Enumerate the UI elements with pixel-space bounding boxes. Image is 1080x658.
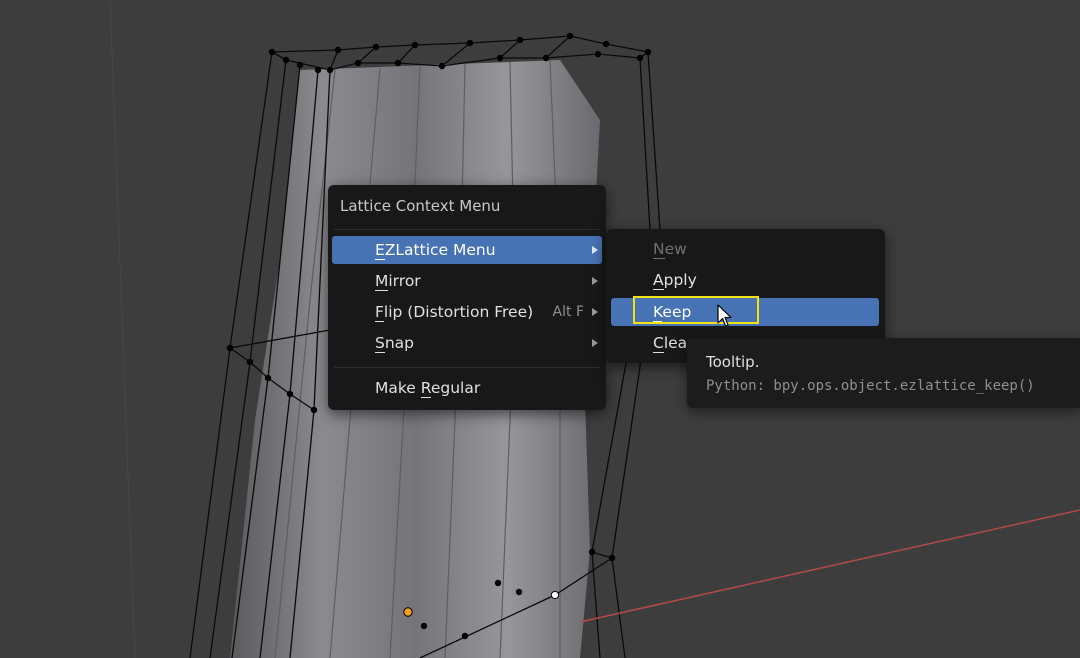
submenu-item-keep[interactable]: Keep bbox=[611, 296, 879, 326]
menu-item-label: Make Regular bbox=[375, 379, 481, 398]
menu-item-snap[interactable]: Snap bbox=[332, 329, 602, 357]
submenu-item-label: New bbox=[653, 240, 687, 259]
menu-item-label: Mirror bbox=[375, 272, 421, 291]
submenu-item-apply[interactable]: Apply bbox=[611, 266, 879, 294]
menu-item-label: EZLattice Menu bbox=[375, 241, 496, 260]
active-lattice-point bbox=[403, 607, 413, 617]
menu-separator bbox=[334, 229, 600, 230]
submenu-item-new[interactable]: New bbox=[611, 235, 879, 263]
submenu-item-label: Clea bbox=[653, 334, 688, 353]
submenu-arrow-icon bbox=[592, 246, 598, 254]
menu-item-make-regular[interactable]: Make Regular bbox=[332, 374, 602, 402]
menu-item-flip-distortion-free[interactable]: Flip (Distortion Free) Alt F bbox=[332, 298, 602, 326]
menu-item-label: Snap bbox=[375, 334, 415, 353]
tooltip: Tooltip. Python: bpy.ops.object.ezlattic… bbox=[687, 338, 1080, 408]
shortcut-hint: Alt F bbox=[552, 304, 584, 320]
menu-item-mirror[interactable]: Mirror bbox=[332, 267, 602, 295]
selected-lattice-point bbox=[550, 590, 560, 600]
tooltip-title: Tooltip. bbox=[706, 353, 760, 371]
submenu-arrow-icon bbox=[592, 308, 598, 316]
submenu-arrow-icon bbox=[592, 277, 598, 285]
menu-separator bbox=[334, 367, 600, 368]
submenu-item-label: Keep bbox=[653, 303, 692, 322]
menu-title: Lattice Context Menu bbox=[340, 197, 501, 215]
keep-highlight-box bbox=[633, 296, 759, 324]
lattice-context-menu: Lattice Context Menu EZLattice Menu Mirr… bbox=[328, 185, 606, 410]
menu-item-label: Flip (Distortion Free) bbox=[375, 303, 534, 322]
mouse-cursor-icon bbox=[717, 304, 732, 327]
menu-item-ezlattice-menu[interactable]: EZLattice Menu bbox=[332, 236, 602, 264]
tooltip-python: Python: bpy.ops.object.ezlattice_keep() bbox=[706, 378, 1035, 394]
submenu-item-label: Apply bbox=[653, 271, 697, 290]
submenu-arrow-icon bbox=[592, 339, 598, 347]
